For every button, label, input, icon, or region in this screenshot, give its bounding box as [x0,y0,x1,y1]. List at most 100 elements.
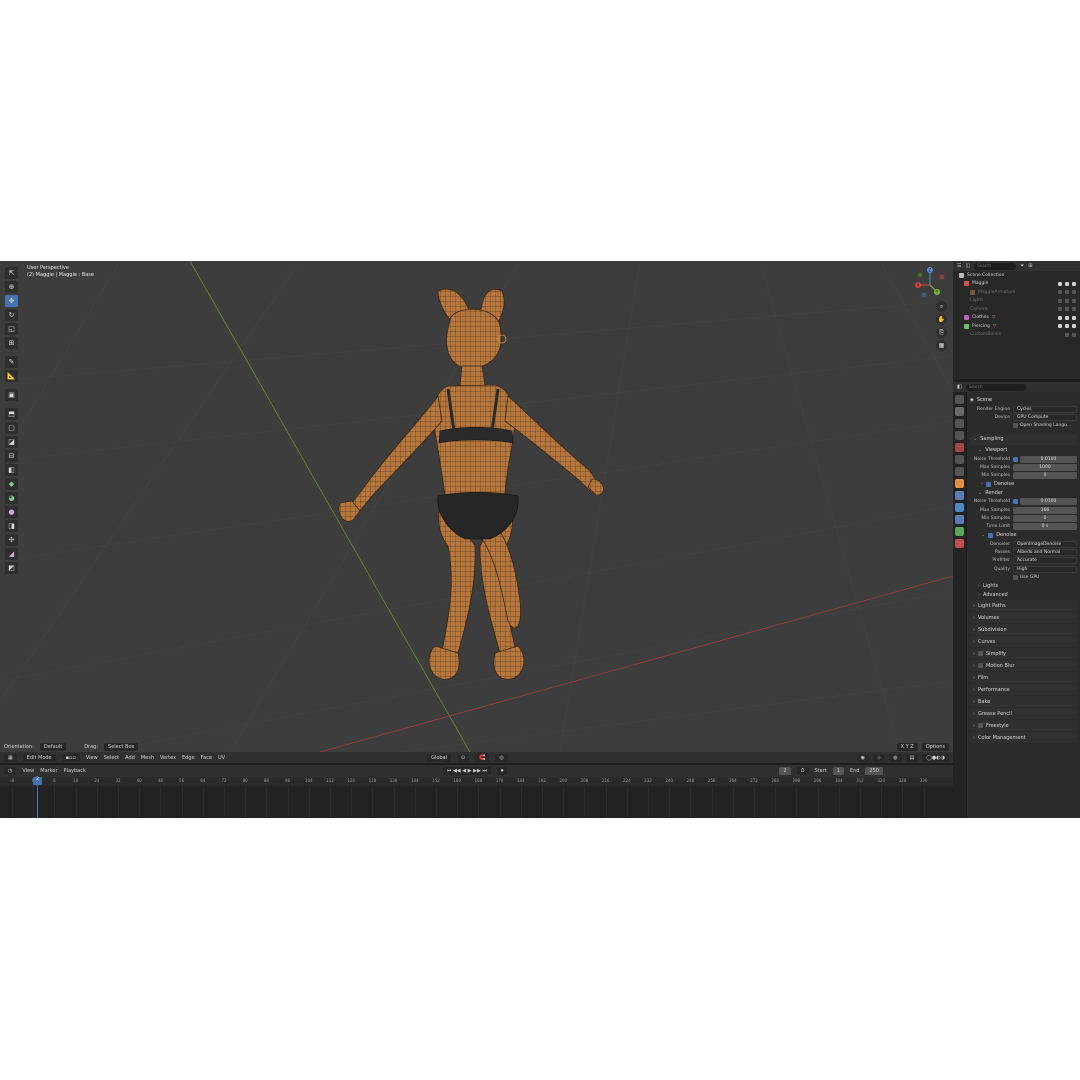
viewport-min-samples-field[interactable]: 0 [1013,472,1077,480]
modifier-tab-icon[interactable] [955,491,964,500]
panel-simplify[interactable]: › Simplify [970,648,1077,660]
start-frame-field[interactable]: 1 [832,767,844,775]
outliner-display-icon[interactable]: ◫ [965,263,970,269]
rotate-tool-icon[interactable]: ↻ [5,309,18,321]
visibility-toggles[interactable] [1065,332,1076,337]
pivot-icon[interactable]: ⊙ [457,753,470,762]
viewport-subpanel-header[interactable]: ⌄ Viewport [970,446,1077,455]
panel-performance[interactable]: › Performance [970,684,1077,696]
axis-lock-xyz[interactable]: X Y Z [896,742,918,751]
outliner-item-piercing[interactable]: Piercing ▽ [953,322,1080,331]
navigation-gizmo[interactable]: Z X Y [910,265,950,305]
denoiser-dropdown[interactable]: OpenImageDenoise [1013,540,1077,548]
outliner-item-camera[interactable]: Camera [953,305,1080,314]
options-dropdown[interactable]: Options [921,742,949,751]
transform-tool-icon[interactable]: ⊞ [5,337,18,349]
viewport-denoise-checkbox[interactable] [986,481,991,487]
annotate-tool-icon[interactable]: ✎ [5,356,18,368]
render-max-samples-field[interactable]: 166 [1013,506,1077,514]
timeline-menu-playback[interactable]: Playback [64,768,86,774]
playhead-frame-badge[interactable]: 2 [33,777,42,785]
render-subpanel-header[interactable]: ⌄ Render [970,489,1077,498]
zoom-icon[interactable]: ⌕ [936,301,947,312]
visibility-toggles[interactable] [1058,315,1076,320]
viewport-denoise-subpanel[interactable]: › Denoise [970,480,1077,489]
world-tab-icon[interactable] [955,455,964,464]
panel-freestyle[interactable]: › Freestyle [970,720,1077,732]
tool-tab-icon[interactable] [955,395,964,404]
overlay-toggle-icon[interactable]: ◍ [889,753,902,762]
outliner-item-clothes[interactable]: Clothes ▽ [953,314,1080,323]
playback-controls[interactable]: ⏮ ◀◀ ◀ ▶ ▶▶ ⏭ [442,767,491,775]
shrink-tool-icon[interactable]: ✣ [5,534,18,546]
snap-icon[interactable]: 🧲 [475,753,490,762]
scale-tool-icon[interactable]: ◱ [5,323,18,335]
gizmo-toggle-icon[interactable]: ⊹ [873,753,886,762]
lights-subpanel[interactable]: › Lights [970,581,1077,590]
character-mesh[interactable] [330,281,620,701]
orientation-dropdown[interactable]: Default [39,742,67,751]
menu-edge[interactable]: Edge [182,755,195,761]
outliner-editor-icon[interactable]: ☰ [957,263,961,269]
visibility-toggles[interactable] [1058,290,1076,295]
physics-tab-icon[interactable] [955,515,964,524]
editor-type-icon[interactable]: ▦ [4,753,17,762]
xray-toggle-icon[interactable]: ▤ [905,753,919,762]
viewport-noise-threshold-field[interactable]: 0.0100 [1020,455,1077,463]
tweak-tool-icon[interactable]: ⇱ [5,267,18,279]
outliner-filter-icon[interactable]: ⏷ [1020,263,1024,269]
timeline-menu-view[interactable]: View [22,768,34,774]
render-denoise-subpanel[interactable]: ⌄ Denoise [970,531,1077,540]
render-tab-icon[interactable] [955,407,964,416]
device-dropdown[interactable]: GPU Compute [1013,413,1077,421]
outliner-item-maggie[interactable]: Maggie [953,280,1080,289]
menu-mesh[interactable]: Mesh [141,755,154,761]
properties-search-input[interactable]: Search [965,383,1026,391]
render-noise-threshold-checkbox[interactable] [1013,499,1018,505]
visibility-toggles[interactable] [1058,281,1076,286]
menu-add[interactable]: Add [125,755,135,761]
spin-tool-icon[interactable]: ◕ [5,492,18,504]
properties-editor-icon[interactable]: ◧ [957,384,962,390]
menu-view[interactable]: View [86,755,98,761]
object-tab-icon[interactable] [955,479,964,488]
scene-tab-icon[interactable] [955,443,964,452]
edge-slide-tool-icon[interactable]: ◨ [5,520,18,532]
outliner-item-scene-collection[interactable]: Scene Collection [953,271,1080,280]
sampling-panel-header[interactable]: ⌄ Sampling [970,433,1077,445]
render-min-samples-field[interactable]: 0 [1013,515,1077,523]
quality-dropdown[interactable]: High [1013,565,1077,573]
visibility-icon[interactable]: ◉ [856,753,869,762]
panel-color-management[interactable]: › Color Management [970,732,1077,744]
proportional-edit-icon[interactable]: ◎ [495,753,508,762]
3d-viewport[interactable]: User Perspective (2) Maggie | Maggie : B… [0,261,953,752]
bevel-tool-icon[interactable]: ◪ [5,436,18,448]
auto-keying-icon[interactable]: ⏺ [496,767,508,775]
visibility-toggles[interactable] [1058,298,1076,303]
timeline-menu-marker[interactable]: Marker [40,768,57,774]
knife-tool-icon[interactable]: ◧ [5,464,18,476]
inset-tool-icon[interactable]: ▢ [5,422,18,434]
material-tab-icon[interactable] [955,539,964,548]
view-layer-tab-icon[interactable] [955,431,964,440]
extrude-tool-icon[interactable]: ⬒ [5,408,18,420]
data-tab-icon[interactable] [955,527,964,536]
advanced-subpanel[interactable]: › Advanced [970,590,1077,599]
time-limit-field[interactable]: 0 s [1013,523,1077,531]
prefilter-dropdown[interactable]: Accurate [1013,557,1077,565]
viewport-noise-threshold-checkbox[interactable] [1013,456,1018,462]
collection-tab-icon[interactable] [955,467,964,476]
passes-dropdown[interactable]: Albedo and Normal [1013,548,1077,556]
outliner-item-maggiearmature[interactable]: MaggieArmature [953,288,1080,297]
add-cube-tool-icon[interactable]: ▣ [5,389,18,401]
cursor-tool-icon[interactable]: ⊕ [5,281,18,293]
render-denoise-checkbox[interactable] [988,532,994,538]
drag-dropdown[interactable]: Select Box [104,742,139,751]
visibility-toggles[interactable] [1058,324,1076,329]
timeline-ruler[interactable]: -808162432404856647280889610411212012813… [0,777,953,786]
menu-face[interactable]: Face [201,755,212,761]
move-tool-icon[interactable]: ✥ [5,295,18,307]
timeline-track[interactable] [0,786,953,818]
render-engine-dropdown[interactable]: Cycles [1013,405,1077,413]
outliner-search-input[interactable]: Search [974,262,1017,270]
